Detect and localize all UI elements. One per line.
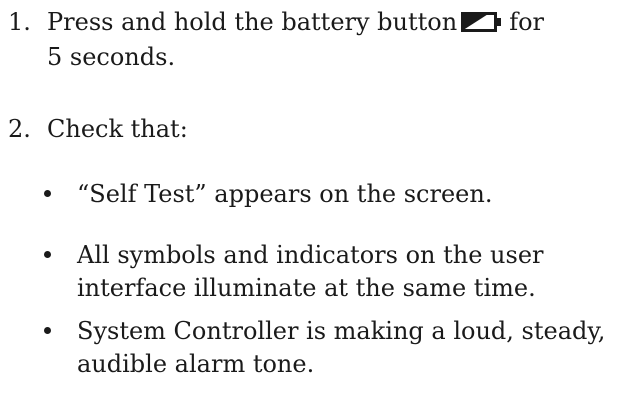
step-2-number: 2. xyxy=(8,115,31,143)
bullet-marker xyxy=(44,251,51,258)
bullet-marker xyxy=(44,327,51,334)
instruction-document: 1. Press and hold the battery button for… xyxy=(0,0,621,395)
step-2-text: Check that: xyxy=(47,115,188,143)
bullet-marker xyxy=(44,190,51,197)
bullet-1-text: “Self Test” appears on the screen. xyxy=(77,180,493,208)
battery-icon xyxy=(461,12,503,32)
step-1-number: 1. xyxy=(8,8,31,36)
step-1-text-after: for xyxy=(509,8,545,36)
bullet-2-text-line-2: interface illuminate at the same time. xyxy=(77,274,536,302)
bullet-3-text-line-2: audible alarm tone. xyxy=(77,350,315,378)
bullet-2-text-line-1: All symbols and indicators on the user xyxy=(77,241,544,269)
step-1-line-2: 5 seconds. xyxy=(47,43,176,71)
bullet-3-text-line-1: System Controller is making a loud, stea… xyxy=(77,317,606,345)
step-1-text: Press and hold the battery button xyxy=(47,8,458,36)
